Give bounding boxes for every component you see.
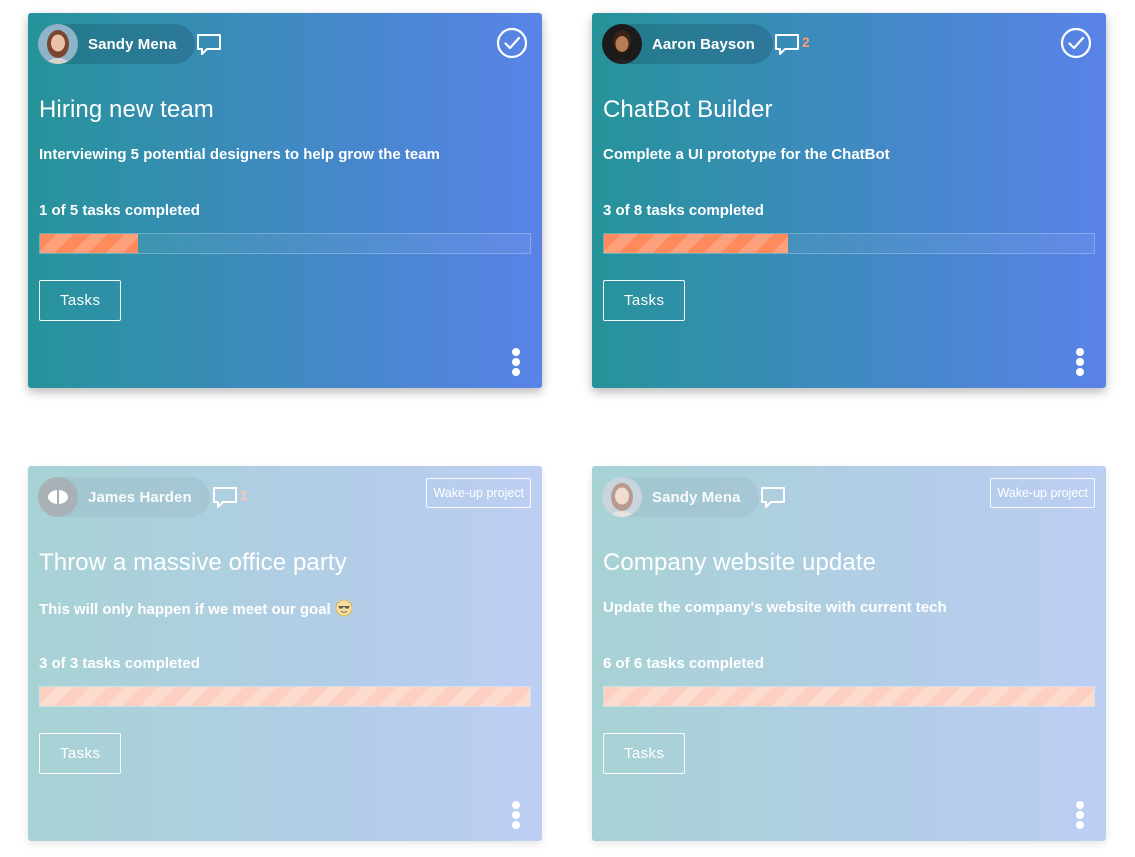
progress-bar [39,686,531,707]
comment-count: 1 [240,487,248,503]
user-chip[interactable]: Sandy Mena [38,24,195,64]
progress-text: 3 of 3 tasks completed [39,655,200,672]
progress-fill [40,687,530,706]
avatar [602,477,642,517]
comment-count: 2 [802,34,810,50]
more-options-icon[interactable] [512,348,520,376]
comment-button[interactable] [195,32,224,58]
progress-bar [603,233,1095,254]
card-description: Complete a UI prototype for the ChatBot [603,146,890,163]
progress-bar [39,233,531,254]
sunglasses-emoji-icon [335,599,353,617]
project-card[interactable]: Aaron Bayson 2 ChatBot Builder Complete … [592,13,1106,388]
card-description: Interviewing 5 potential designers to he… [39,146,440,163]
project-card[interactable]: Sandy Mena Hiring new team Interviewing … [28,13,542,388]
comment-icon [213,487,237,508]
project-badge: Wake-up project [990,478,1095,508]
progress-fill [40,234,138,253]
comment-icon [197,34,221,55]
progress-fill [604,234,788,253]
more-options-icon[interactable] [1076,801,1084,829]
user-name: Sandy Mena [652,488,741,506]
progress-text: 1 of 5 tasks completed [39,202,200,219]
comment-icon [775,34,799,55]
comment-button[interactable]: 2 [773,32,810,58]
progress-text: 3 of 8 tasks completed [603,202,764,219]
complete-toggle[interactable] [496,27,528,59]
user-name: Aaron Bayson [652,35,755,53]
check-circle-icon [1060,27,1092,59]
comment-icon [761,487,785,508]
user-name: James Harden [88,488,192,506]
user-chip[interactable]: Aaron Bayson [602,24,773,64]
check-circle-icon [496,27,528,59]
avatar [38,477,78,517]
card-title: Company website update [603,549,877,576]
progress-text: 6 of 6 tasks completed [603,655,764,672]
tasks-button[interactable]: Tasks [603,733,686,774]
user-chip[interactable]: James Harden [38,477,210,517]
card-title: Throw a massive office party [39,549,347,576]
more-options-icon[interactable] [512,801,520,829]
card-title: Hiring new team [39,96,214,123]
user-chip[interactable]: Sandy Mena [602,477,759,517]
project-card[interactable]: Sandy Mena Wake-up project Company websi… [592,466,1106,841]
tasks-button[interactable]: Tasks [603,280,686,321]
avatar [38,24,78,64]
project-badge: Wake-up project [426,478,531,508]
comment-button[interactable] [759,485,788,511]
comment-button[interactable]: 1 [211,485,248,511]
progress-bar [603,686,1095,707]
more-options-icon[interactable] [1076,348,1084,376]
tasks-button[interactable]: Tasks [39,280,122,321]
progress-fill [604,687,1094,706]
tasks-button[interactable]: Tasks [39,733,122,774]
card-title: ChatBot Builder [603,96,773,123]
avatar [602,24,642,64]
card-description: This will only happen if we meet our goa… [39,599,353,618]
complete-toggle[interactable] [1060,27,1092,59]
card-description: Update the company's website with curren… [603,599,947,616]
user-name: Sandy Mena [88,35,177,53]
project-card[interactable]: James Harden 1 Wake-up project Throw a m… [28,466,542,841]
